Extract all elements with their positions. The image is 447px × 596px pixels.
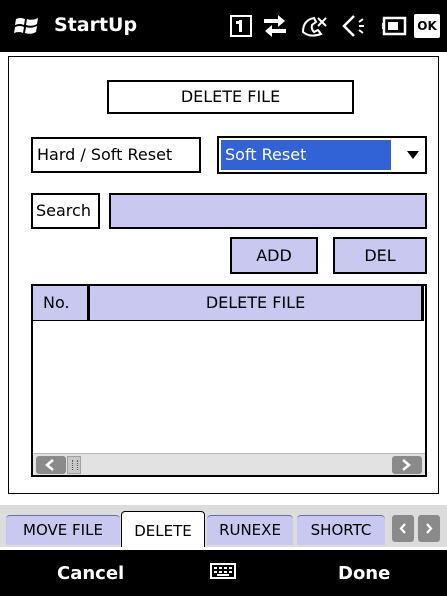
chevron-left-icon (45, 459, 54, 471)
listview-header: No. DELETE FILE (33, 286, 425, 321)
cancel-softkey[interactable]: Cancel (57, 563, 124, 584)
chevron-down-icon[interactable] (407, 151, 419, 159)
device-screen: StartUp OK DELETE FILE Hard / Soft Reset… (0, 0, 447, 596)
soft-key-bar: Cancel Done (0, 550, 447, 596)
battery-icon[interactable] (382, 14, 408, 38)
chevron-right-icon (402, 459, 411, 471)
chevron-left-icon (399, 523, 406, 534)
phone-missed-icon[interactable] (300, 14, 328, 38)
tab-move-file[interactable]: MOVE FILE (6, 515, 120, 545)
tab-runexe[interactable]: RUNEXE (207, 515, 293, 545)
tab-shortcut[interactable]: SHORTC (297, 515, 385, 545)
search-input[interactable] (109, 193, 427, 229)
chevron-right-icon (426, 523, 433, 534)
reset-mode-value: Soft Reset (221, 140, 391, 170)
connectivity-icon[interactable] (262, 14, 288, 38)
app-title: StartUp (54, 14, 138, 36)
done-softkey[interactable]: Done (338, 563, 390, 584)
scroll-thumb[interactable] (67, 456, 81, 474)
tab-scroll-right-button[interactable] (418, 515, 440, 542)
tab-delete[interactable]: DELETE (121, 511, 205, 547)
ok-icon[interactable]: OK (414, 14, 440, 38)
ok-label: OK (417, 19, 437, 33)
file-listview[interactable]: No. DELETE FILE (31, 284, 427, 477)
sim-1-icon[interactable] (230, 14, 252, 38)
search-label: Search (31, 193, 100, 229)
title-bar: StartUp OK (0, 0, 447, 52)
keyboard-icon[interactable] (210, 563, 236, 579)
windows-logo-icon[interactable] (14, 15, 40, 37)
tab-scroll-left-button[interactable] (392, 515, 414, 542)
del-button[interactable]: DEL (333, 237, 427, 274)
column-header-delete-file[interactable]: DELETE FILE (90, 286, 424, 321)
horizontal-scrollbar[interactable] (33, 453, 425, 475)
reset-mode-label: Hard / Soft Reset (31, 137, 201, 173)
reset-mode-select[interactable]: Soft Reset (217, 136, 427, 174)
tab-strip: MOVE FILE DELETE RUNEXE SHORTC (0, 505, 447, 547)
column-header-no[interactable]: No. (33, 286, 90, 321)
volume-icon[interactable] (340, 14, 364, 38)
form-title: DELETE FILE (107, 80, 354, 114)
scroll-right-button[interactable] (392, 456, 422, 474)
scroll-left-button[interactable] (36, 456, 66, 474)
add-button[interactable]: ADD (230, 237, 318, 274)
